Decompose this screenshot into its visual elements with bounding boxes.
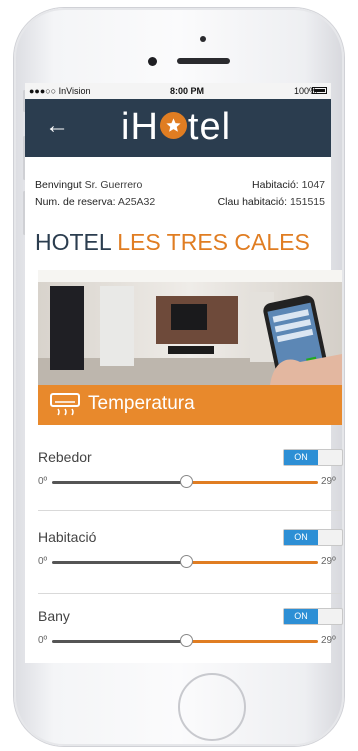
- front-sensor: [200, 36, 206, 42]
- room-toggle[interactable]: ON: [283, 529, 343, 546]
- reservation-code: A25A32: [117, 196, 156, 208]
- slider-thumb[interactable]: [180, 555, 193, 568]
- logo-prefix: iH: [121, 106, 159, 148]
- slider-thumb[interactable]: [180, 475, 193, 488]
- key-code: 151515: [289, 196, 325, 208]
- row-divider: [38, 593, 342, 594]
- toggle-on-label: ON: [284, 450, 318, 465]
- room-line: Habitació: 1047: [252, 179, 325, 191]
- slider-track-active: [188, 640, 318, 643]
- earpiece-speaker: [177, 58, 230, 64]
- logo-suffix: tel: [187, 106, 232, 148]
- room-label: Habitació: [38, 529, 97, 545]
- hotel-name: HOTEL LES TRES CALES: [35, 229, 310, 256]
- welcome-label: Benvingut: [35, 179, 82, 191]
- slider-track-inactive: [52, 640, 188, 643]
- key-line: Clau habitació: 151515: [218, 196, 325, 208]
- slider-track-inactive: [52, 481, 188, 484]
- toggle-on-label: ON: [284, 609, 318, 624]
- slider-min-label: 0º: [38, 556, 48, 567]
- hotel-name-highlight: LES TRES CALES: [117, 229, 310, 255]
- slider-max-label: 29º: [321, 635, 336, 646]
- room-label: Habitació:: [252, 179, 299, 191]
- status-bar: ●●●○○ InVision 8:00 PM 100%: [25, 83, 331, 99]
- guest-name: Sr. Guerrero: [84, 179, 143, 191]
- slider-min-label: 0º: [38, 476, 48, 487]
- reservation-line: Num. de reserva: A25A32: [35, 196, 155, 208]
- reservation-label: Num. de reserva:: [35, 196, 116, 208]
- star-icon: [159, 112, 187, 140]
- room-number: 1047: [301, 179, 325, 191]
- row-divider: [38, 510, 342, 511]
- status-time: 8:00 PM: [170, 86, 205, 96]
- ihotel-logo: iH tel: [121, 107, 231, 147]
- slider-min-label: 0º: [38, 635, 48, 646]
- welcome-line: Benvingut Sr. Guerrero: [35, 179, 142, 191]
- air-conditioner-icon: [50, 393, 80, 422]
- carrier-label: ●●●○○ InVision: [29, 86, 91, 96]
- back-arrow-icon[interactable]: ←: [45, 113, 69, 139]
- room-label: Bany: [38, 608, 70, 624]
- app-header: ← iH tel: [25, 99, 331, 157]
- slider-max-label: 29º: [321, 556, 336, 567]
- front-camera: [148, 57, 157, 66]
- room-label: Rebedor: [38, 449, 92, 465]
- room-toggle[interactable]: ON: [283, 449, 343, 466]
- hotel-name-prefix: HOTEL: [35, 229, 111, 255]
- room-toggle[interactable]: ON: [283, 608, 343, 625]
- toggle-on-label: ON: [284, 530, 318, 545]
- slider-track-active: [188, 481, 318, 484]
- section-title: Temperatura: [88, 393, 195, 414]
- slider-max-label: 29º: [321, 476, 336, 487]
- temperature-section-header: Temperatura: [38, 385, 342, 425]
- slider-track-inactive: [52, 561, 188, 564]
- home-button[interactable]: [178, 673, 246, 741]
- key-label: Clau habitació:: [217, 196, 288, 208]
- battery-icon: [312, 87, 327, 94]
- slider-thumb[interactable]: [180, 634, 193, 647]
- hotel-room-photo: [38, 270, 342, 385]
- slider-track-active: [188, 561, 318, 564]
